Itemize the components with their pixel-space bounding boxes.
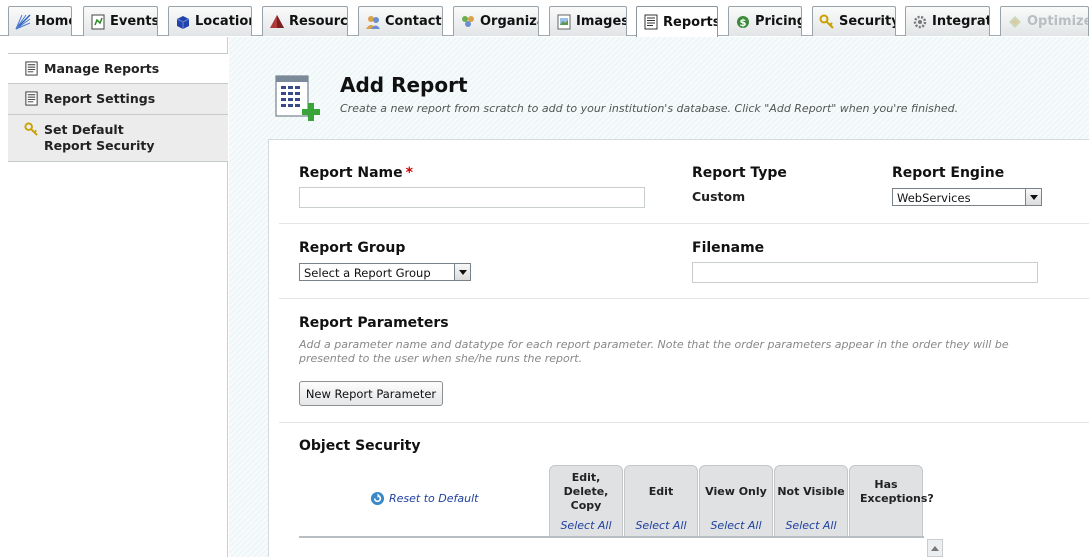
tab-security[interactable]: Security	[812, 6, 896, 36]
report-type-label: Report Type	[692, 165, 787, 181]
tab-label: Optimizer	[1027, 14, 1088, 29]
svg-text:$: $	[740, 18, 747, 29]
sidebar-item-default-security[interactable]: Set Default Report Security	[8, 115, 228, 162]
gear-icon	[913, 15, 927, 28]
tab-optimizer[interactable]: Optimizer	[1000, 6, 1089, 36]
label-text: Report Name	[299, 165, 403, 181]
key-icon	[819, 14, 834, 29]
sidebar-item-label: Manage Reports	[44, 61, 160, 76]
report-name-input[interactable]	[299, 187, 645, 208]
tab-label: Resources	[289, 14, 348, 29]
chevron-down-icon[interactable]	[1025, 189, 1041, 205]
tab-home[interactable]: Home	[8, 6, 72, 36]
events-icon	[91, 14, 105, 29]
tab-events[interactable]: Events	[83, 6, 158, 36]
divider	[279, 422, 1089, 423]
tab-label: Images	[576, 14, 627, 29]
tab-reports[interactable]: Reports	[636, 6, 718, 37]
required-mark: *	[405, 165, 413, 181]
organizations-icon	[462, 15, 474, 27]
permission-column-edit: Edit Select All	[624, 465, 698, 538]
tab-label: Reports	[663, 14, 718, 30]
tab-pricing[interactable]: $ Pricing	[728, 6, 802, 36]
report-parameters-label: Report Parameters	[299, 315, 449, 331]
tab-locations[interactable]: Locations	[168, 6, 252, 36]
divider	[279, 223, 1089, 224]
tab-label: Events	[110, 14, 158, 29]
reset-to-default-link[interactable]: Reset to Default	[370, 491, 478, 506]
scroll-up-button[interactable]	[927, 539, 943, 557]
locations-icon	[176, 15, 190, 29]
select-all-link[interactable]: Select All	[700, 519, 772, 532]
report-icon	[25, 91, 38, 106]
column-header: Edit, Delete, Copy	[563, 471, 609, 512]
sidebar-item-report-settings[interactable]: Report Settings	[8, 84, 228, 115]
pricing-icon: $	[737, 15, 749, 29]
sidebar-item-label: Report Settings	[44, 91, 156, 106]
tab-organizations[interactable]: Organizations	[453, 6, 539, 36]
select-value: Select a Report Group	[304, 266, 431, 280]
filename-label: Filename	[692, 240, 765, 256]
sidebar-item-manage-reports[interactable]: Manage Reports	[8, 53, 228, 84]
divider	[279, 298, 1089, 299]
add-report-icon	[275, 75, 320, 121]
select-value: WebServices	[897, 191, 971, 205]
tab-resources[interactable]: Resources	[262, 6, 348, 36]
column-header: Not Visible	[777, 485, 845, 498]
page-title: Add Report	[340, 73, 468, 97]
optimizer-icon	[1009, 15, 1021, 28]
select-all-link[interactable]: Select All	[550, 519, 622, 532]
report-group-select[interactable]: Select a Report Group	[299, 263, 471, 281]
main-tab-bar: Home Events Locations Resources Contacts…	[0, 0, 1089, 37]
sidebar: Manage Reports Report Settings Set Defau…	[0, 37, 228, 557]
tab-contacts[interactable]: Contacts	[358, 6, 443, 36]
column-header: Edit	[648, 485, 674, 498]
sidebar-item-label: Set Default Report Security	[44, 122, 155, 153]
tab-label: Locations	[195, 14, 251, 29]
filename-input[interactable]	[692, 262, 1038, 283]
tab-label: Security	[839, 14, 896, 29]
column-header: View Only	[705, 485, 767, 498]
select-all-link[interactable]: Select All	[775, 519, 847, 532]
tab-label: Integrations	[932, 14, 989, 29]
select-all-link[interactable]: Select All	[625, 519, 697, 532]
tab-integrations[interactable]: Integrations	[905, 6, 990, 36]
permission-column-view-only: View Only Select All	[699, 465, 773, 538]
tab-label: Organizations	[480, 14, 538, 29]
object-security-label: Object Security	[299, 438, 421, 454]
column-header: Has Exceptions?	[860, 478, 934, 505]
report-parameters-help: Add a parameter name and datatype for ea…	[299, 338, 1009, 365]
tab-label: Contacts	[385, 14, 443, 29]
report-engine-label: Report Engine	[892, 165, 1005, 181]
resources-icon	[270, 14, 284, 28]
report-engine-select[interactable]: WebServices	[892, 188, 1042, 206]
tab-label: Pricing	[755, 14, 802, 29]
permission-column-edit-delete-copy: Edit, Delete, Copy Select All	[549, 465, 623, 538]
tab-images[interactable]: Images	[549, 6, 627, 36]
home-icon	[15, 13, 31, 30]
key-icon	[24, 122, 38, 136]
report-name-label: Report Name *	[299, 165, 413, 181]
tab-label: Home	[35, 14, 71, 29]
page-subtitle: Create a new report from scratch to add …	[340, 102, 959, 115]
contacts-icon	[366, 15, 380, 29]
images-icon	[557, 14, 571, 29]
permission-column-has-exceptions: Has Exceptions?	[849, 465, 934, 538]
new-report-parameter-button[interactable]: New Report Parameter	[299, 381, 443, 406]
permission-column-not-visible: Not Visible Select All	[774, 465, 848, 538]
reset-icon	[370, 491, 385, 506]
reset-label: Reset to Default	[389, 492, 479, 505]
report-group-label: Report Group	[299, 240, 406, 256]
security-table-rule	[299, 536, 924, 538]
report-icon	[25, 61, 38, 76]
reports-icon	[644, 14, 658, 30]
chevron-down-icon[interactable]	[454, 264, 470, 280]
report-type-value: Custom	[692, 189, 746, 204]
